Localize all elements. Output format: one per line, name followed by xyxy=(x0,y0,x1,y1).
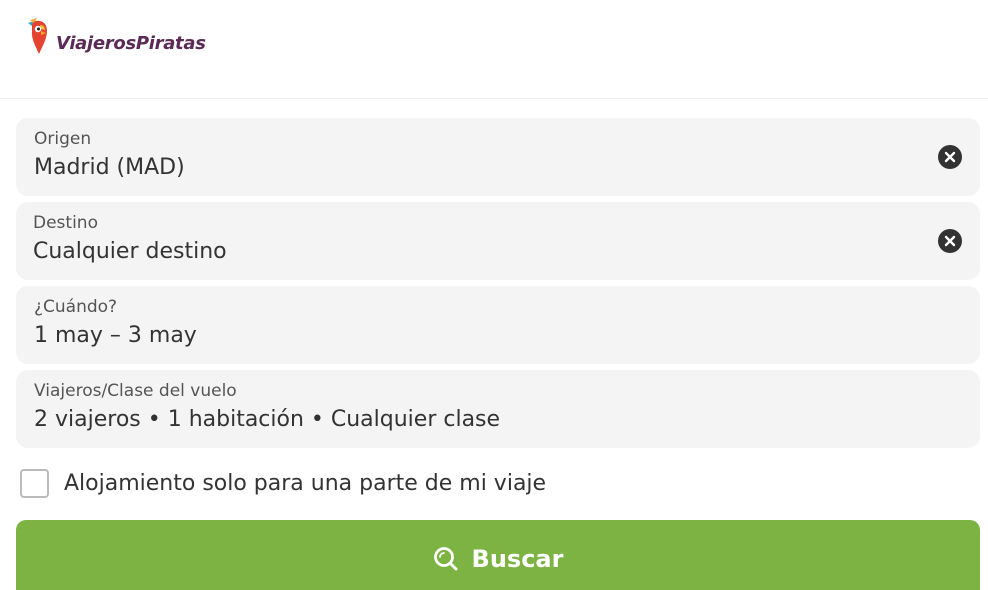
destination-label: Destino xyxy=(33,213,98,233)
partial-stay-label[interactable]: Alojamiento solo para una parte de mi vi… xyxy=(64,471,546,496)
origin-label: Origen xyxy=(34,129,92,149)
origin-field[interactable]: Origen Madrid (MAD) xyxy=(16,118,980,196)
travelers-field[interactable]: Viajeros/Clase del vuelo 2 viajeros • 1 … xyxy=(16,370,980,448)
destination-value[interactable]: Cualquier destino xyxy=(33,239,227,264)
clear-origin-button[interactable] xyxy=(938,145,962,169)
close-circle-icon xyxy=(944,151,956,163)
parrot-logo-icon xyxy=(28,18,47,54)
travelers-label: Viajeros/Clase del vuelo xyxy=(34,381,237,401)
partial-stay-checkbox[interactable] xyxy=(20,469,49,498)
close-circle-icon xyxy=(944,235,956,247)
brand-logo[interactable]: ViajerosPiratas xyxy=(26,17,206,57)
origin-value[interactable]: Madrid (MAD) xyxy=(34,155,185,180)
dates-field[interactable]: ¿Cuándo? 1 may – 3 may xyxy=(16,286,980,364)
travelers-value[interactable]: 2 viajeros • 1 habitación • Cualquier cl… xyxy=(34,407,500,432)
brand-name: ViajerosPiratas xyxy=(56,33,206,54)
search-button[interactable]: Buscar xyxy=(16,520,980,590)
destination-field[interactable]: Destino Cualquier destino xyxy=(16,202,980,280)
partial-stay-option[interactable]: Alojamiento solo para una parte de mi vi… xyxy=(20,469,546,498)
search-icon xyxy=(433,547,458,571)
dates-value[interactable]: 1 may – 3 may xyxy=(34,323,197,348)
clear-destination-button[interactable] xyxy=(938,229,962,253)
app-header: ViajerosPiratas xyxy=(0,0,988,99)
dates-label: ¿Cuándo? xyxy=(34,297,118,317)
search-button-label: Buscar xyxy=(471,545,564,573)
